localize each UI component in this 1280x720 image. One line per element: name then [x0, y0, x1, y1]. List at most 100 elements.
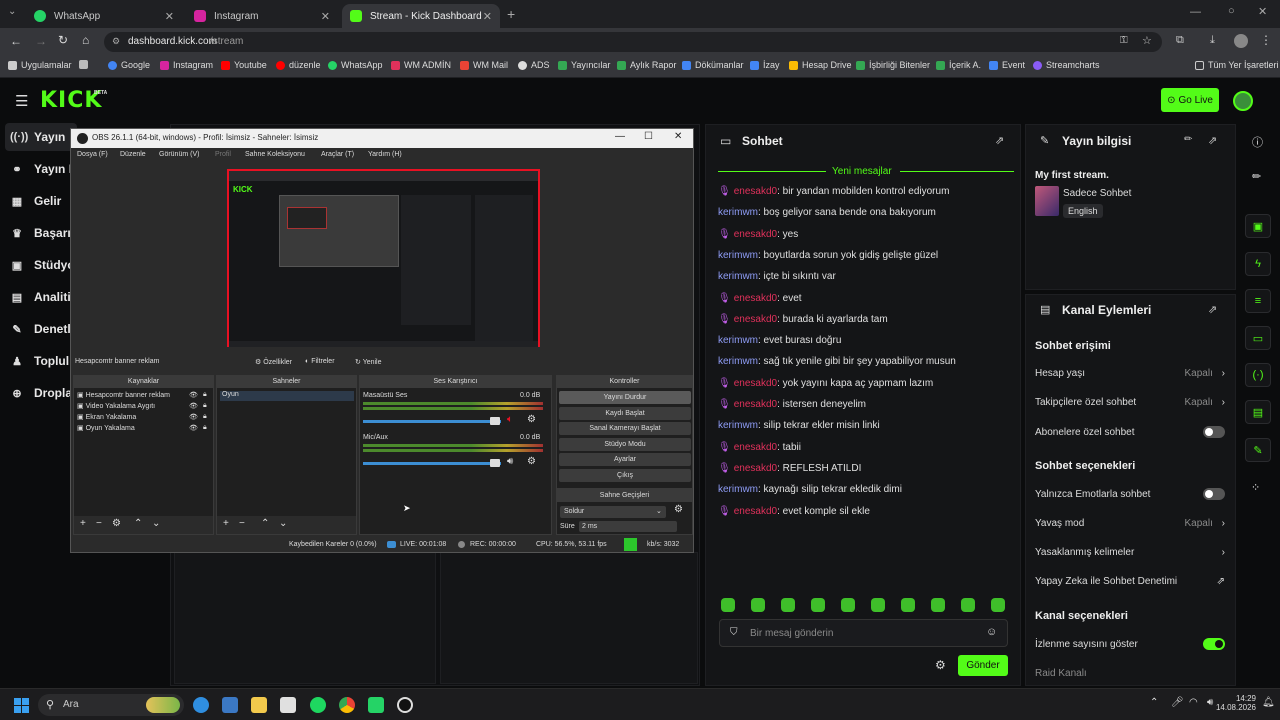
reload-icon[interactable]: ↻ — [58, 33, 68, 47]
bookmark-item[interactable]: Youtube — [221, 60, 267, 70]
ai-moderation-row[interactable]: Yapay Zeka ile Sohbet Denetimi ⇗ — [1035, 576, 1225, 587]
chat-username[interactable]: enesakd0 — [734, 229, 777, 240]
sidebar-item-drops[interactable]: ⊕ Dropla — [10, 386, 72, 400]
chat-username[interactable]: kerimwm — [718, 271, 758, 282]
photos-icon[interactable] — [222, 697, 238, 713]
rail-button-terminal[interactable]: ▤ — [1245, 400, 1271, 424]
address-bar[interactable]: ⚙ dashboard.kick.com /stream ⚿ ☆ — [104, 32, 1162, 52]
spotify-icon[interactable] — [310, 697, 326, 713]
bookmark-item[interactable]: Instagram — [160, 60, 213, 70]
add-icon[interactable]: + — [223, 518, 229, 529]
sidebar-item-revenue[interactable]: ▦ Gelir — [10, 194, 62, 208]
slow-mode-row[interactable]: Yavaş mod Kapalı › — [1035, 518, 1225, 529]
obs-control-button[interactable]: Stüdyo Modu — [559, 437, 691, 451]
sidebar-item-achievements[interactable]: ♛ Başarı — [10, 226, 71, 240]
microphone-icon[interactable]: 🎤︎ — [1171, 697, 1184, 708]
chat-username[interactable]: kerimwm — [718, 356, 758, 367]
sidebar-item-studio[interactable]: ▣ Stüdyo — [10, 258, 75, 272]
emotes-only-toggle[interactable] — [1203, 488, 1225, 500]
whatsapp-icon[interactable] — [368, 697, 384, 713]
notification-bell-icon[interactable]: 🔔︎ — [1262, 697, 1275, 708]
send-button[interactable]: Gönder — [958, 655, 1008, 676]
rail-button-wrench[interactable]: ✎ — [1245, 438, 1271, 462]
gear-icon[interactable]: ⚙ — [112, 518, 121, 529]
rail-button-broadcast[interactable]: (·) — [1245, 363, 1271, 387]
obs-menu-tools[interactable]: Araçlar (T) — [321, 151, 354, 158]
obs-control-button[interactable]: Yayını Durdur — [559, 391, 691, 404]
raid-row[interactable]: Raid Kanalı — [1035, 668, 1225, 679]
obs-menu-profile[interactable]: Profil — [215, 151, 231, 158]
bookmark-item[interactable]: Event — [989, 60, 1025, 70]
obs-refresh-button[interactable]: ↻ Yenile — [355, 358, 382, 366]
rail-button-list[interactable]: ≡ — [1245, 289, 1271, 313]
profile-avatar[interactable] — [1234, 34, 1248, 48]
chat-username[interactable]: enesakd0 — [734, 506, 777, 517]
rail-button-chat[interactable]: ▭ — [1245, 326, 1271, 350]
chat-username[interactable]: kerimwm — [718, 335, 758, 346]
obs-menu-file[interactable]: Dosya (F) — [77, 151, 108, 158]
gear-icon[interactable]: ⚙ — [674, 504, 683, 515]
chat-username[interactable]: enesakd0 — [734, 463, 777, 474]
bookmark-item[interactable]: Uygulamalar — [8, 60, 72, 70]
bookmark-item[interactable]: İzay — [750, 60, 780, 70]
sidebar-item-stream[interactable]: ((·)) Yayın — [10, 130, 65, 144]
pencil-icon[interactable]: ✏ — [1252, 170, 1261, 183]
emoji-icon[interactable]: ☺ — [986, 626, 997, 638]
followers-only-row[interactable]: Takipçilere özel sohbet Kapalı › — [1035, 397, 1225, 408]
chrome-icon[interactable] — [339, 697, 355, 713]
speaker-icon[interactable]: 🔊︎ — [507, 456, 513, 467]
obs-preview-area[interactable]: KICK — [71, 162, 693, 352]
windows-start-icon[interactable] — [14, 698, 29, 713]
lock-icon[interactable]: 🔒︎ — [203, 424, 207, 432]
taskbar-search[interactable]: ⚲ Ara — [38, 694, 184, 716]
lock-icon[interactable]: 🔒︎ — [203, 413, 207, 421]
emote-icon[interactable] — [961, 598, 975, 612]
emote-icon[interactable] — [781, 598, 795, 612]
password-key-icon[interactable]: ⚿ — [1120, 35, 1128, 46]
desktop-audio-slider[interactable] — [363, 420, 501, 423]
chat-username[interactable]: kerimwm — [718, 207, 758, 218]
minimize-button[interactable]: — — [1190, 6, 1201, 18]
obs-close-button[interactable]: ✕ — [674, 131, 682, 142]
edge-icon[interactable] — [193, 697, 209, 713]
chat-settings-gear-icon[interactable]: ⚙ — [935, 658, 946, 672]
chat-username[interactable]: kerimwm — [718, 484, 758, 495]
emote-icon[interactable] — [811, 598, 825, 612]
sidebar-item-moderation[interactable]: ✎ Denetl — [10, 322, 70, 336]
tab-instagram[interactable]: Instagram ✕ — [186, 4, 338, 28]
clock[interactable]: 14:29 14.08.2026 — [1216, 694, 1256, 712]
move-up-icon[interactable]: ⌃ — [261, 518, 269, 529]
chat-username[interactable]: enesakd0 — [734, 378, 777, 389]
obs-source-item[interactable]: ▣ Oyun Yakalama 👁︎ 🔒︎ — [77, 424, 211, 432]
rail-button-stream[interactable]: ▣ — [1245, 214, 1271, 238]
chat-input[interactable]: ⛉ Bir mesaj gönderin ☺ — [719, 619, 1008, 647]
move-down-icon[interactable]: ⌄ — [152, 518, 160, 529]
bookmark-item[interactable]: İşbirliği Bitenler — [856, 60, 930, 70]
bookmark-item[interactable]: İçerik A. — [936, 60, 981, 70]
desktop-audio-slider-handle[interactable] — [490, 417, 500, 425]
new-tab-button[interactable]: + — [507, 6, 515, 22]
chat-username[interactable]: kerimwm — [718, 250, 758, 261]
back-icon[interactable]: ← — [10, 34, 22, 48]
maximize-button[interactable]: ○ — [1228, 5, 1235, 17]
obs-maximize-button[interactable]: ☐ — [644, 131, 653, 142]
all-bookmarks[interactable]: Tüm Yer İşaretleri — [1195, 60, 1279, 70]
hamburger-menu-icon[interactable]: ☰ — [15, 92, 28, 110]
gear-icon[interactable]: ⚙ — [527, 414, 536, 425]
menu-icon[interactable]: ⋮ — [1260, 33, 1272, 47]
mic-aux-slider[interactable] — [363, 462, 501, 465]
close-tab-icon[interactable]: ✕ — [165, 10, 174, 23]
tab-kick-dashboard[interactable]: Stream - Kick Dashboard ✕ — [342, 4, 500, 28]
bookmark-item[interactable]: Aylık Rapor — [617, 60, 676, 70]
tab-search-icon[interactable]: ⌄ — [8, 6, 16, 17]
visibility-eye-icon[interactable]: 👁︎ — [189, 391, 198, 399]
obs-control-button[interactable]: Kaydı Başlat — [559, 406, 691, 420]
visibility-eye-icon[interactable]: 👁︎ — [189, 413, 198, 421]
bookmark-item[interactable]: WM ADMİN — [391, 60, 451, 70]
emote-icon[interactable] — [931, 598, 945, 612]
mic-aux-slider-handle[interactable] — [490, 459, 500, 467]
rail-button-flash[interactable]: ϟ — [1245, 252, 1271, 276]
popout-icon[interactable]: ⇗ — [1208, 303, 1217, 316]
emote-icon[interactable] — [871, 598, 885, 612]
close-tab-icon[interactable]: ✕ — [483, 10, 492, 23]
